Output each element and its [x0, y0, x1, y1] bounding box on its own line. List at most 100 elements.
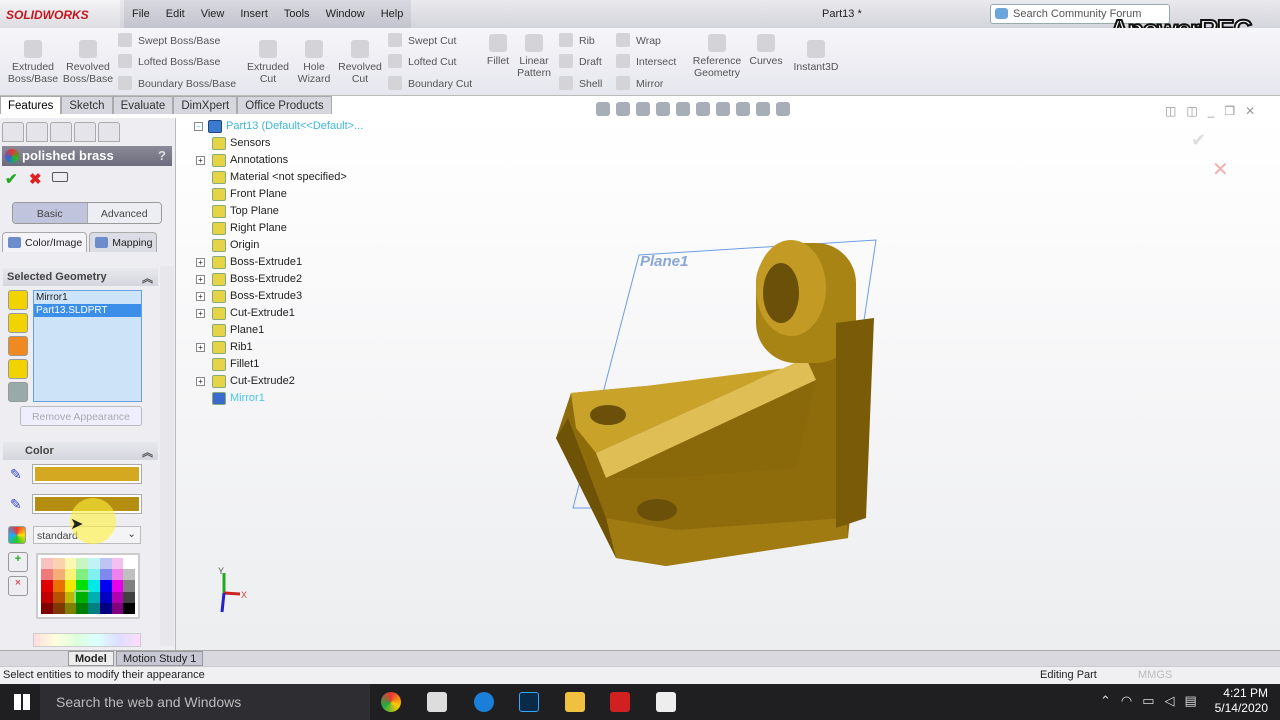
palette-swatch[interactable] — [64, 602, 77, 614]
list-item-selected[interactable]: Part13.SLDPRT — [34, 304, 141, 317]
swept-cut-button[interactable]: Swept Cut — [388, 33, 456, 47]
palette-swatch[interactable] — [64, 580, 77, 592]
curves-button[interactable]: Curves — [746, 34, 786, 67]
palette-swatch[interactable] — [76, 558, 88, 570]
menu-file[interactable]: File — [124, 0, 158, 28]
tab-features[interactable]: Features — [0, 96, 62, 114]
palette-swatch[interactable] — [123, 569, 135, 581]
add-swatch-icon[interactable]: + — [8, 552, 28, 572]
video-editor-icon[interactable] — [656, 692, 676, 712]
tree-item[interactable]: Sensors — [212, 137, 270, 150]
palette-swatch[interactable] — [41, 580, 53, 592]
palette-swatch[interactable] — [88, 569, 100, 581]
tab-color-image[interactable]: Color/Image — [2, 232, 88, 252]
palette-swatch[interactable] — [111, 580, 124, 592]
configuration-manager-tab-icon[interactable] — [50, 122, 72, 142]
lofted-cut-button[interactable]: Lofted Cut — [388, 54, 456, 68]
palette-swatch[interactable] — [99, 569, 112, 581]
section-view-icon[interactable] — [656, 102, 670, 116]
color-section-header[interactable]: Color ︽ — [3, 442, 158, 460]
expand-icon[interactable]: + — [196, 377, 205, 386]
solidworks-taskbar-icon[interactable] — [610, 692, 630, 712]
boundary-boss-button[interactable]: Boundary Boss/Base — [118, 76, 236, 90]
palette-swatch[interactable] — [88, 602, 100, 614]
menu-tools[interactable]: Tools — [276, 0, 318, 28]
remove-appearance-button[interactable]: Remove Appearance — [20, 406, 142, 426]
taskbar-search[interactable]: Search the web and Windows — [40, 684, 370, 720]
expand-icon[interactable]: + — [196, 258, 205, 267]
shell-button[interactable]: Shell — [559, 76, 602, 90]
palette-swatch[interactable] — [41, 602, 53, 614]
tree-item[interactable]: Fillet1 — [212, 358, 259, 371]
remove-swatch-icon[interactable]: × — [8, 576, 28, 596]
property-manager-tab-icon[interactable] — [26, 122, 48, 142]
palette-swatch[interactable] — [41, 591, 53, 603]
palette-swatch[interactable] — [123, 591, 135, 603]
display-manager-tab-icon[interactable] — [98, 122, 120, 142]
units-select[interactable]: MMGS — [1138, 669, 1172, 681]
previous-view-icon[interactable] — [636, 102, 650, 116]
eyedropper-icon[interactable]: ✎ — [10, 466, 24, 482]
zoom-area-icon[interactable] — [616, 102, 630, 116]
tree-root-part13[interactable]: − Part13 (Default<<Default>... — [194, 120, 363, 133]
tab-mapping[interactable]: Mapping — [89, 232, 158, 252]
pin-icon[interactable] — [52, 172, 68, 182]
menu-edit[interactable]: Edit — [158, 0, 193, 28]
palette-swatch[interactable] — [99, 602, 112, 614]
tree-item[interactable]: + Cut-Extrude2 — [196, 375, 295, 388]
tree-item[interactable]: + Annotations — [196, 154, 288, 167]
tree-item[interactable]: Material <not specified> — [212, 171, 347, 184]
tree-item[interactable]: + Boss-Extrude3 — [196, 290, 302, 303]
ok-check-icon[interactable]: ✔ — [5, 170, 18, 188]
palette-swatch[interactable] — [52, 558, 65, 570]
panel-scrollbar[interactable] — [160, 266, 174, 646]
color-spectrum[interactable] — [33, 633, 141, 647]
eyedropper-icon[interactable]: ✎ — [10, 496, 24, 512]
instant3d-button[interactable]: Instant3D — [790, 40, 842, 73]
menu-window[interactable]: Window — [318, 0, 373, 28]
color-palette-grid[interactable] — [36, 553, 140, 619]
revolved-boss-button[interactable]: Revolved Boss/Base — [62, 40, 114, 85]
zoom-to-fit-icon[interactable] — [596, 102, 610, 116]
display-style-icon[interactable] — [696, 102, 710, 116]
edge-icon[interactable] — [474, 692, 494, 712]
tab-office-products[interactable]: Office Products — [237, 96, 332, 114]
revolved-cut-button[interactable]: Revolved Cut — [336, 40, 384, 85]
lofted-boss-button[interactable]: Lofted Boss/Base — [118, 54, 220, 68]
minimize-icon[interactable]: _ — [1208, 104, 1215, 118]
palette-swatch[interactable] — [123, 580, 135, 592]
palette-swatch[interactable] — [41, 558, 53, 570]
extruded-boss-button[interactable]: Extruded Boss/Base — [6, 40, 60, 85]
palette-swatch[interactable] — [111, 558, 124, 570]
tree-item[interactable]: + Boss-Extrude1 — [196, 256, 302, 269]
palette-swatch[interactable] — [99, 558, 112, 570]
draft-button[interactable]: Draft — [559, 54, 602, 68]
menu-view[interactable]: View — [193, 0, 233, 28]
edit-appearance-icon[interactable] — [736, 102, 750, 116]
palette-swatch[interactable] — [64, 591, 77, 603]
palette-swatch[interactable] — [76, 580, 88, 592]
palette-swatch[interactable] — [74, 589, 90, 605]
palette-swatch[interactable] — [88, 580, 100, 592]
palette-swatch[interactable] — [88, 558, 100, 570]
selected-geometry-header[interactable]: Selected Geometry ︽ — [3, 268, 158, 286]
extruded-cut-button[interactable]: Extruded Cut — [244, 40, 292, 85]
restore-icon[interactable]: ❐ — [1224, 104, 1235, 118]
basic-button[interactable]: Basic — [13, 203, 87, 223]
view-settings-icon[interactable] — [776, 102, 790, 116]
tree-item[interactable]: Top Plane — [212, 205, 279, 218]
tab-sketch[interactable]: Sketch — [61, 96, 113, 114]
palette-swatch[interactable] — [76, 569, 88, 581]
tile-left-icon[interactable]: ◫ — [1165, 104, 1176, 118]
palette-swatch[interactable] — [111, 591, 124, 603]
palette-swatch[interactable] — [41, 569, 53, 581]
fillet-button[interactable]: Fillet — [484, 34, 512, 67]
help-button[interactable]: ? — [158, 148, 166, 163]
wrap-button[interactable]: Wrap — [616, 33, 661, 47]
hole-wizard-button[interactable]: Hole Wizard — [294, 40, 334, 85]
palette-swatch[interactable] — [99, 580, 112, 592]
tab-motion-study-1[interactable]: Motion Study 1 — [116, 651, 204, 666]
expand-icon[interactable]: + — [196, 292, 205, 301]
palette-swatch[interactable] — [123, 558, 135, 570]
mirror-button[interactable]: Mirror — [616, 76, 663, 90]
